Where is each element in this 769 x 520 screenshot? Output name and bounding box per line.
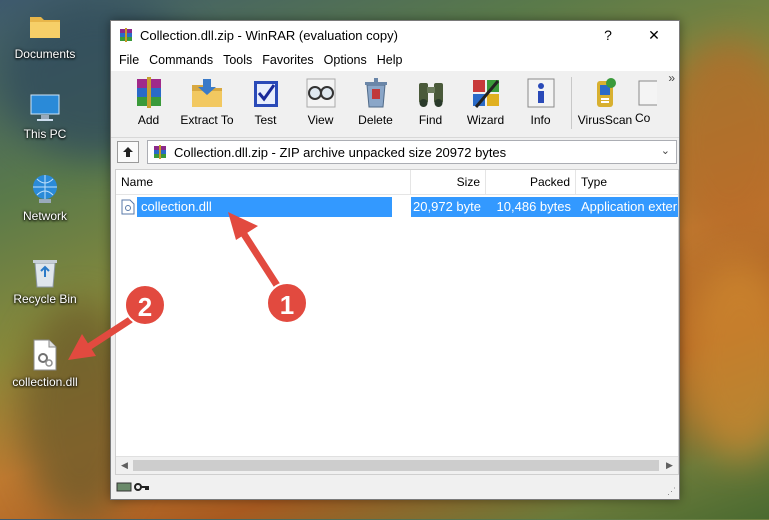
annotation-arrows [68,212,284,360]
annotation-badge-2: 2 [124,284,166,326]
arrow-1-shaft [236,224,284,294]
annotation-badge-1: 1 [266,282,308,324]
arrow-2-shaft [80,316,134,354]
